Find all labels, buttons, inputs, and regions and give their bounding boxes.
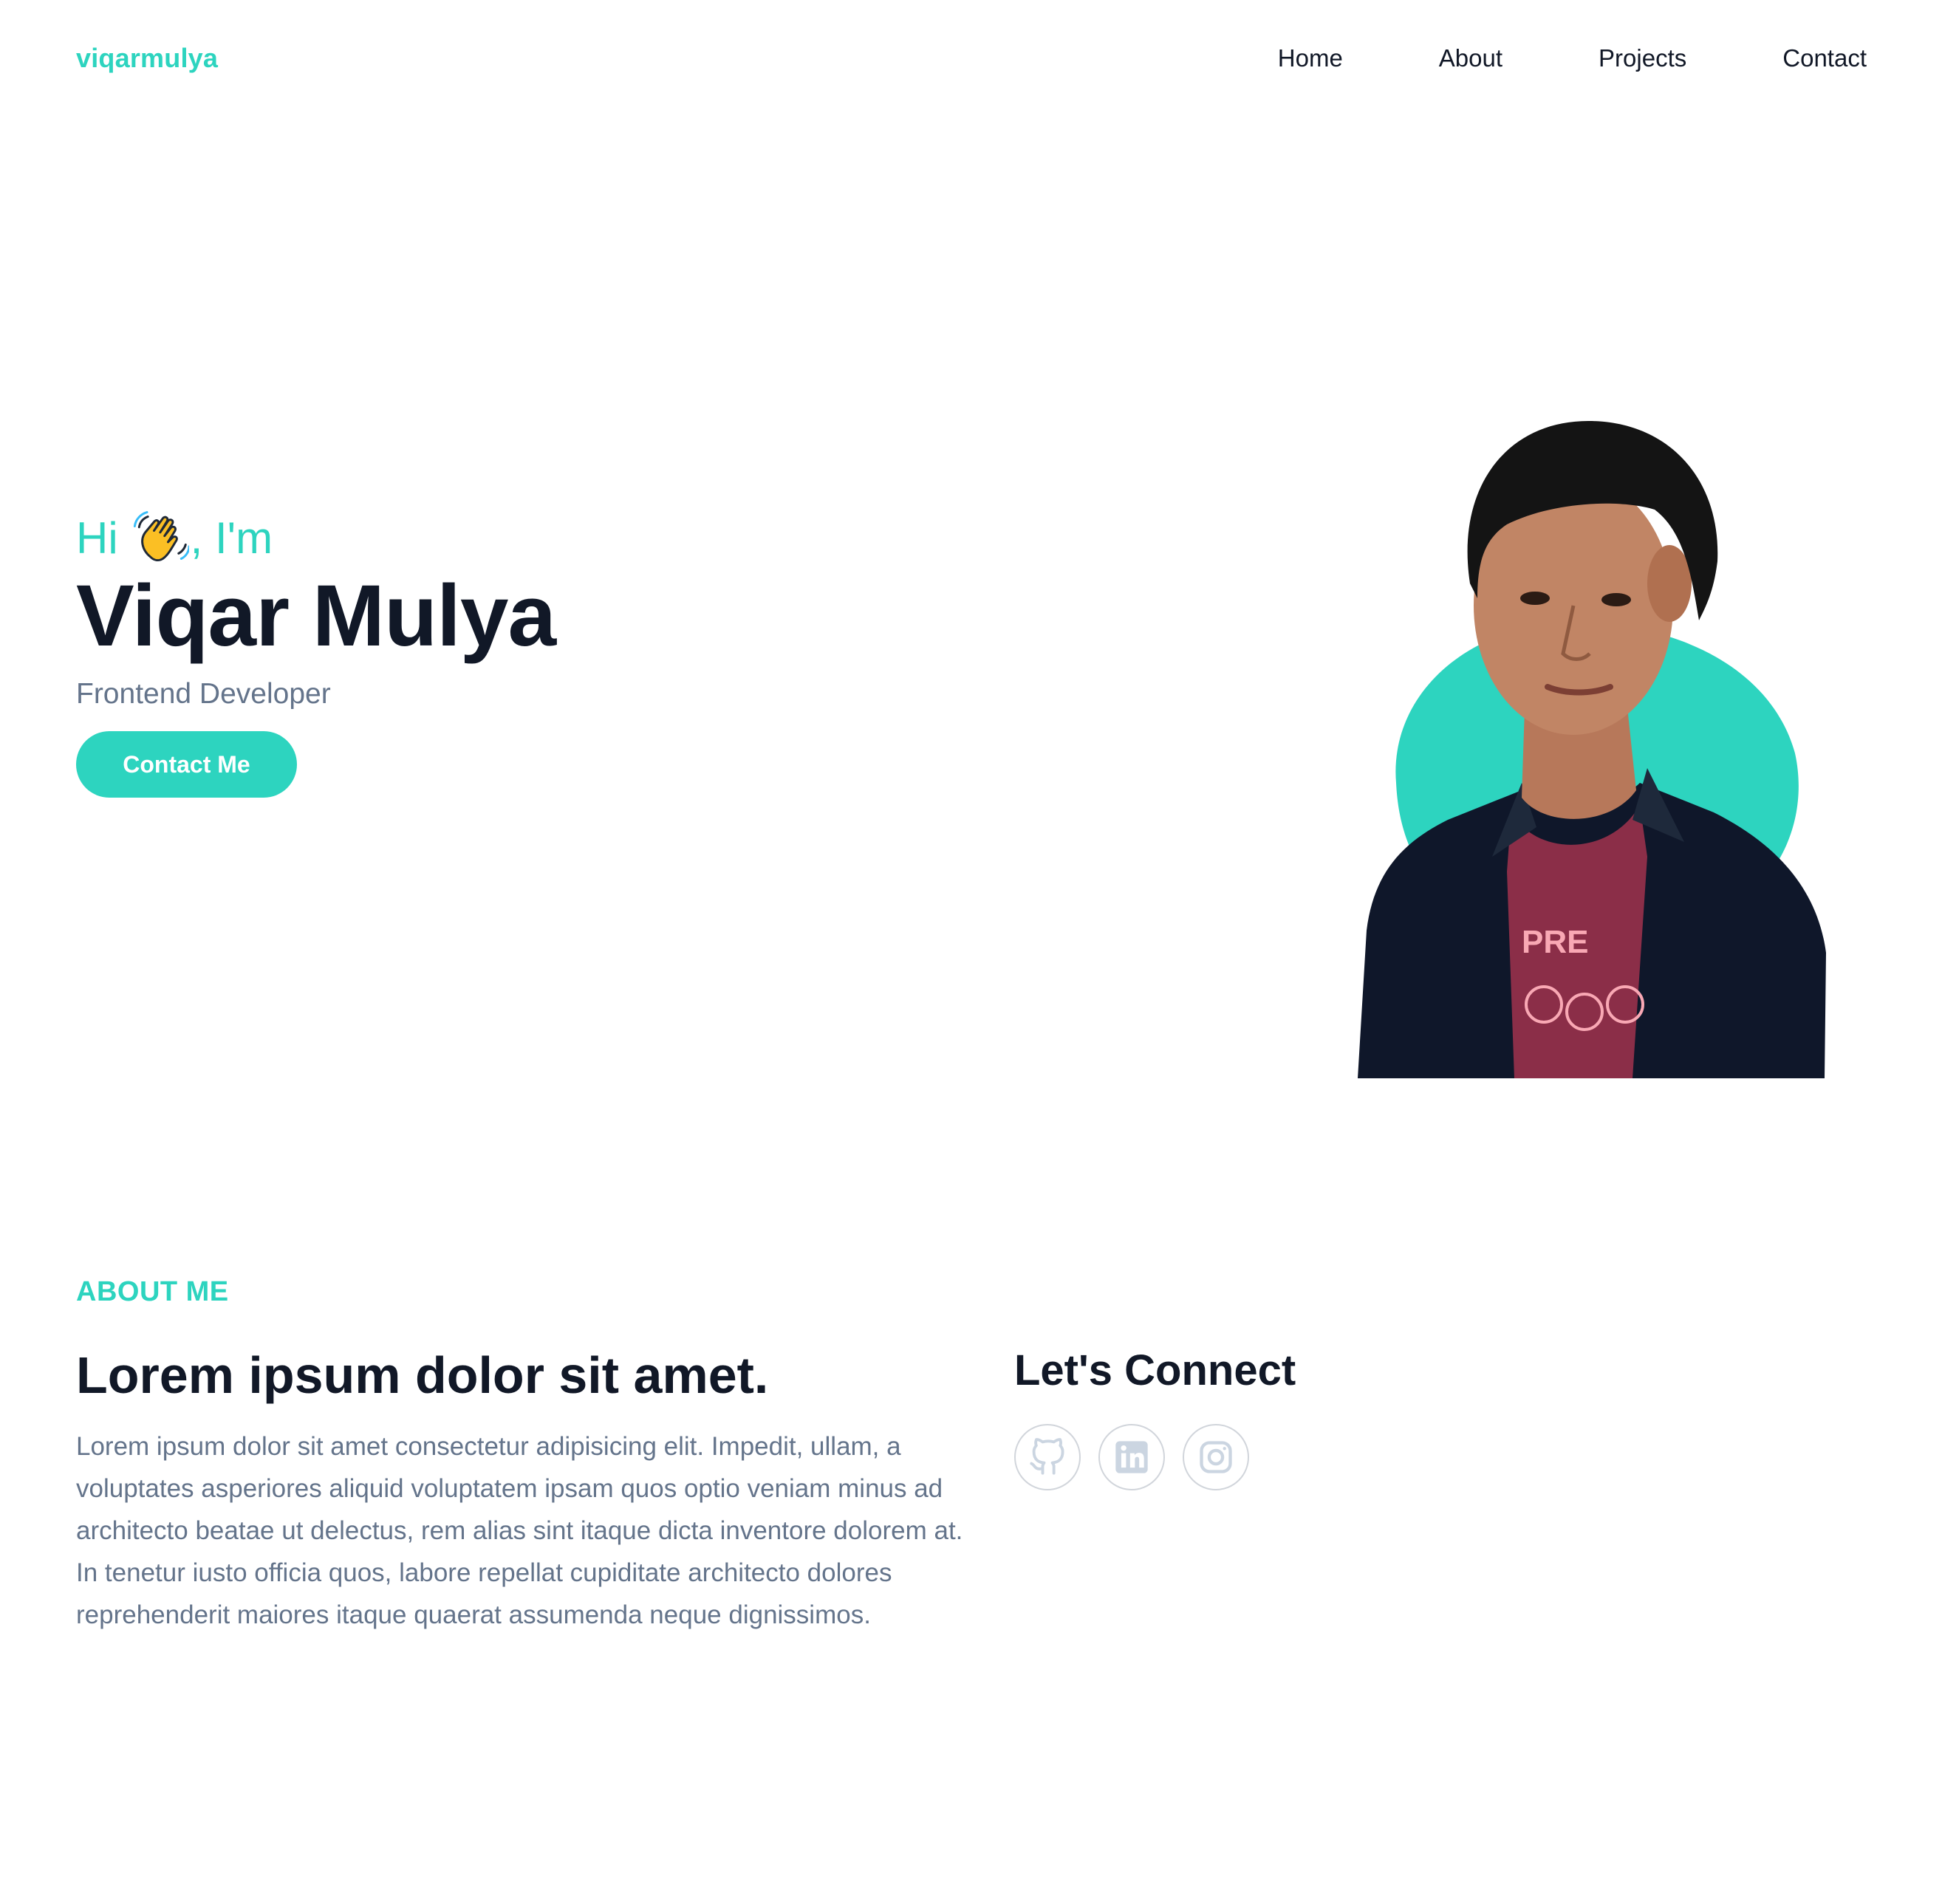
hero-name: Viqar Mulya: [76, 567, 556, 665]
linkedin-icon: [1115, 1441, 1148, 1473]
navbar: viqarmulya Home About Projects Contact: [0, 0, 1959, 121]
social-links: [1014, 1424, 1249, 1490]
about-heading: Lorem ipsum dolor sit amet.: [76, 1346, 769, 1404]
greeting-prefix: Hi: [76, 513, 118, 563]
about-label: ABOUT ME: [76, 1276, 229, 1307]
profile-photo: PRE: [1358, 421, 1826, 1078]
about-text: Lorem ipsum dolor sit amet consectetur a…: [76, 1432, 963, 1629]
greeting-suffix: , I'm: [190, 513, 273, 563]
linkedin-link[interactable]: [1098, 1424, 1165, 1490]
hero-role: Frontend Developer: [76, 678, 331, 710]
nav-link-about[interactable]: About: [1439, 44, 1502, 72]
contact-me-button[interactable]: Contact Me: [76, 731, 297, 798]
instagram-icon: [1200, 1441, 1232, 1473]
instagram-link[interactable]: [1183, 1424, 1249, 1490]
hero-greeting: Hi , I'm: [76, 510, 273, 566]
nav-link-projects[interactable]: Projects: [1599, 44, 1686, 72]
nav-link-contact[interactable]: Contact: [1782, 44, 1867, 72]
svg-text:PRE: PRE: [1522, 924, 1588, 960]
nav-link-home[interactable]: Home: [1278, 44, 1343, 72]
waving-hand-icon: [133, 511, 189, 562]
nav-links: Home About Projects Contact: [1182, 44, 1867, 72]
github-icon: [1030, 1438, 1064, 1475]
connect-heading: Let's Connect: [1014, 1346, 1296, 1394]
brand-logo[interactable]: viqarmulya: [76, 43, 218, 74]
github-link[interactable]: [1014, 1424, 1081, 1490]
